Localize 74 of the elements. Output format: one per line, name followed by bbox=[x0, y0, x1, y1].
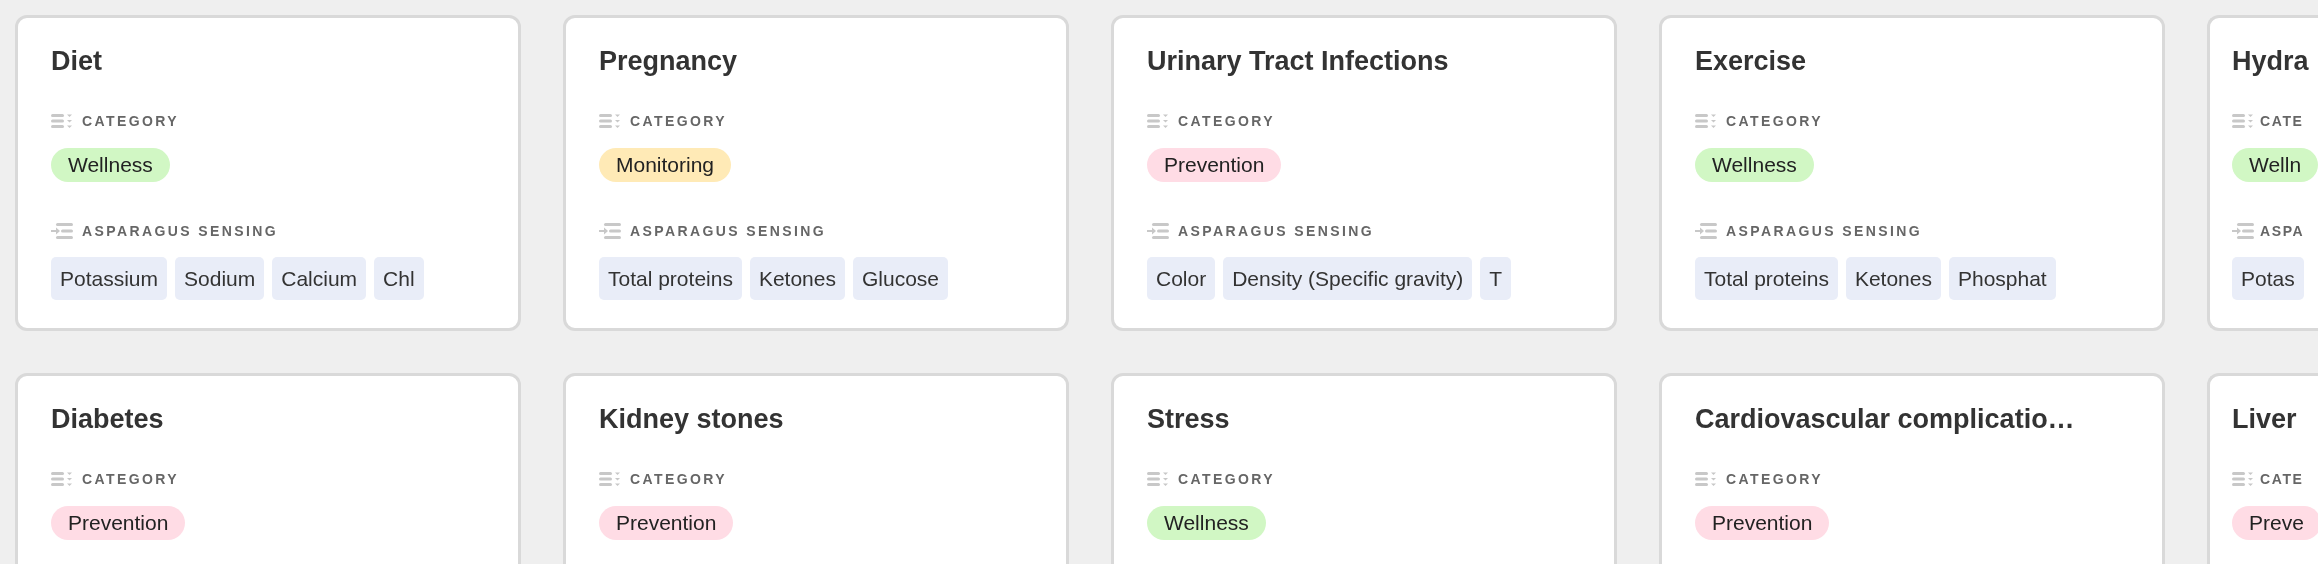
list-icon bbox=[2232, 471, 2254, 487]
lines-arrow-icon bbox=[1695, 222, 1717, 240]
field-label: CATEGORY bbox=[1726, 471, 1823, 487]
category-tag: Wellness bbox=[1147, 506, 1266, 540]
field-label: CATEGORY bbox=[1178, 471, 1275, 487]
sensing-tag: Ketones bbox=[749, 257, 845, 300]
field-label: CATEGORY bbox=[82, 471, 179, 487]
record-card[interactable]: Diabetes CATEGORY Prevention bbox=[15, 373, 521, 564]
record-card[interactable]: Cardiovascular complicatio… CATEGORY Prevention bbox=[1659, 373, 2165, 564]
list-icon bbox=[1695, 113, 1717, 129]
sensing-tag: Density (Specific gravity) bbox=[1223, 257, 1473, 300]
field-label: ASPA bbox=[2260, 223, 2305, 239]
card-title: Exercise bbox=[1695, 45, 1808, 78]
sensing-tag: Color bbox=[1147, 257, 1216, 300]
category-tag: Prevention bbox=[599, 506, 734, 540]
field-label: CATEGORY bbox=[82, 113, 179, 129]
lines-arrow-icon bbox=[599, 222, 621, 240]
sensing-tag: Sodium bbox=[175, 257, 265, 300]
category-tag: Preve bbox=[2232, 506, 2318, 540]
lines-arrow-icon bbox=[2232, 222, 2254, 240]
sensing-tag: Total proteins bbox=[1695, 257, 1838, 300]
field-label: ASPARAGUS SENSING bbox=[630, 223, 827, 239]
list-icon bbox=[1147, 471, 1169, 487]
record-card[interactable]: Exercise CATEGORY Wellness ASPARAGUS SENSING Total proteins Ketones Phosphat bbox=[1659, 15, 2165, 331]
sensing-tag: Chl bbox=[374, 257, 424, 300]
sensing-tag: Potas bbox=[2232, 257, 2304, 300]
sensing-tag: Potassium bbox=[51, 257, 168, 300]
card-title: Diabetes bbox=[51, 403, 165, 436]
record-card[interactable]: Pregnancy CATEGORY Monitoring ASPARAGUS SENSING Total proteins Ketones Glucose bbox=[563, 15, 1069, 331]
field-label: ASPARAGUS SENSING bbox=[1726, 223, 1923, 239]
category-tag: Prevention bbox=[1695, 506, 1830, 540]
field-label: CATEGORY bbox=[1726, 113, 1823, 129]
category-tag: Welln bbox=[2232, 148, 2318, 182]
field-label: CATE bbox=[2260, 471, 2304, 487]
field-label: CATEGORY bbox=[630, 471, 727, 487]
field-label: CATEGORY bbox=[630, 113, 727, 129]
sensing-tag: T bbox=[1480, 257, 1512, 300]
record-card[interactable]: Urinary Tract Infections CATEGORY Prevention ASPARAGUS SENSING Color Density (Specific gravity) T bbox=[1111, 15, 1617, 331]
sensing-tag: Ketones bbox=[1845, 257, 1941, 300]
lines-arrow-icon bbox=[51, 222, 73, 240]
card-title: Hydra bbox=[2232, 45, 2310, 78]
list-icon bbox=[599, 113, 621, 129]
lines-arrow-icon bbox=[1147, 222, 1169, 240]
field-label: ASPARAGUS SENSING bbox=[82, 223, 279, 239]
category-tag: Wellness bbox=[51, 148, 170, 182]
field-label: CATEGORY bbox=[1178, 113, 1275, 129]
record-card[interactable]: Kidney stones CATEGORY Prevention bbox=[563, 373, 1069, 564]
list-icon bbox=[599, 471, 621, 487]
category-tag: Prevention bbox=[1147, 148, 1282, 182]
sensing-tag: Glucose bbox=[852, 257, 948, 300]
list-icon bbox=[1147, 113, 1169, 129]
record-card[interactable]: Liver CATE Preve bbox=[2207, 373, 2318, 564]
card-title: Diet bbox=[51, 45, 103, 78]
card-title: Stress bbox=[1147, 403, 1231, 436]
list-icon bbox=[1695, 471, 1717, 487]
category-tag: Monitoring bbox=[599, 148, 732, 182]
card-title: Cardiovascular complicatio… bbox=[1695, 403, 2076, 436]
record-card[interactable]: Stress CATEGORY Wellness bbox=[1111, 373, 1617, 564]
record-card[interactable]: Diet CATEGORY Wellness ASPARAGUS SENSING Potassium Sodium Calcium Chl bbox=[15, 15, 521, 331]
list-icon bbox=[51, 471, 73, 487]
field-label: CATE bbox=[2260, 113, 2304, 129]
record-card[interactable]: Hydra CATE Welln ASPA Potas bbox=[2207, 15, 2318, 331]
category-tag: Prevention bbox=[51, 506, 186, 540]
list-icon bbox=[2232, 113, 2254, 129]
category-tag: Wellness bbox=[1695, 148, 1814, 182]
card-title: Pregnancy bbox=[599, 45, 739, 78]
field-label: ASPARAGUS SENSING bbox=[1178, 223, 1375, 239]
card-title: Kidney stones bbox=[599, 403, 785, 436]
card-title: Liver bbox=[2232, 403, 2298, 436]
sensing-tag: Total proteins bbox=[599, 257, 742, 300]
card-title: Urinary Tract Infections bbox=[1147, 45, 1450, 78]
sensing-tag: Calcium bbox=[272, 257, 367, 300]
sensing-tag: Phosphat bbox=[1948, 257, 2056, 300]
list-icon bbox=[51, 113, 73, 129]
